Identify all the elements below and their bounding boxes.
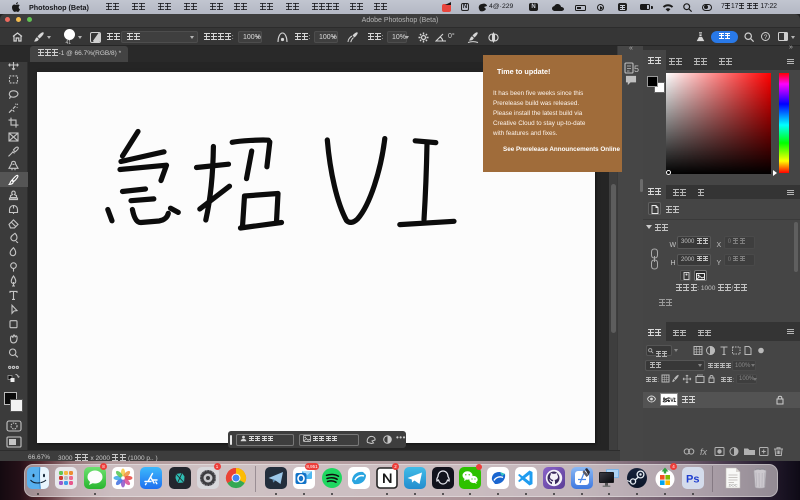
svg-text:5: 5 xyxy=(634,64,639,74)
svg-text:fx: fx xyxy=(700,447,708,457)
svg-text:.DOC: .DOC xyxy=(727,483,737,488)
svg-text:Ps: Ps xyxy=(686,474,699,486)
